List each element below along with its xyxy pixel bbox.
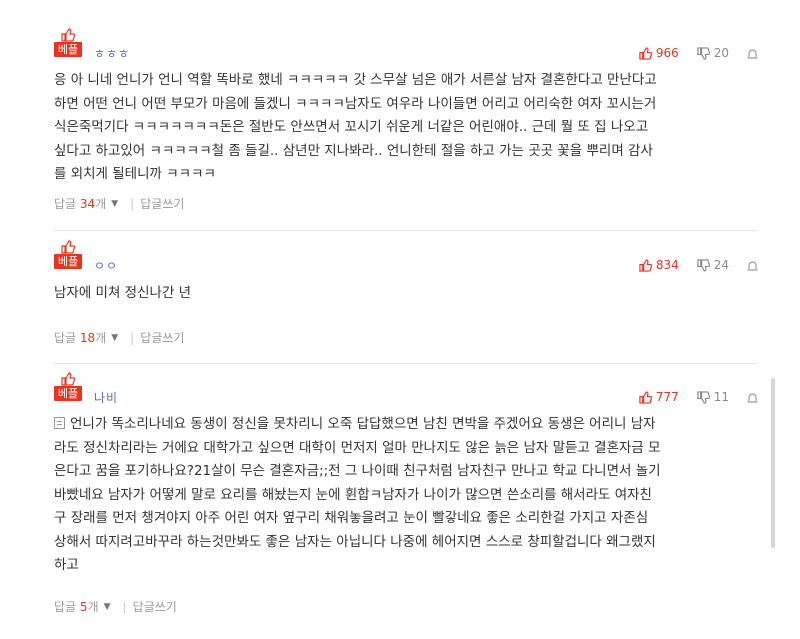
best-badge-group: 베플 [54,28,82,58]
best-badge: 베플 [54,386,82,401]
comment-line: 응 아 니네 언니가 언니 역할 똑바로 했네 ㅋㅋㅋㅋㅋ 갓 스무살 넘은 애… [54,72,657,88]
author-name[interactable]: ㅎㅎㅎ [94,45,130,62]
downvote-button[interactable]: 24 [697,258,729,272]
thumbs-up-icon [61,372,75,386]
divider [54,363,758,364]
comment-line: 를 외치게 될테니까 ㅋㅋㅋㅋ [54,166,216,182]
vote-bar: 834 24 [639,258,758,272]
reply-count: 34 [79,197,96,211]
chevron-down-icon[interactable]: ▼ [111,199,118,209]
comment-item: 베플 ㅇㅇ 834 24 남자에 미쳐 정신나간 년 답글 18개 ▼ | 답글… [54,240,758,350]
comment-body: 남자에 미쳐 정신나간 년 [54,282,191,306]
thumbs-up-icon [639,390,652,404]
upvote-count: 834 [655,258,679,272]
comment-line: 싶다고 하고있어 ㅋㅋㅋㅋㅋ철 좀 들길.. 삼년만 지나봐라.. 언니한테 절… [54,142,653,159]
divider [54,230,758,231]
comment-line: 하면 어떤 언니 어떤 부모가 마음에 들겠니 ㅋㅋㅋㅋ남자도 여우라 나이들면… [54,95,657,112]
comment-line: 식은죽먹기다 ㅋㅋㅋㅋㅋㅋㅋ돈은 절반도 안쓰면서 꼬시기 쉬운게 너같은 어린… [54,119,649,135]
upvote-count: 777 [655,390,679,404]
best-badge-group: 베플 [54,240,82,270]
upvote-button[interactable]: 777 [639,390,679,404]
reply-toggle[interactable]: 답글 5개 [54,598,99,615]
comment-item: 베플 나비 777 11 언니가 똑소리나네요 동생이 정신을 못차리니 오죽 … [54,372,758,615]
report-button[interactable] [747,392,758,403]
comment-footer: 답글 34개 ▼ | 답글쓰기 [54,195,184,212]
reply-count: 18 [79,331,96,345]
thumbs-up-icon [61,240,75,254]
write-reply-link[interactable]: 답글쓰기 [140,195,184,212]
thumbs-down-icon [697,46,710,60]
comment-item: 베플 ㅎㅎㅎ 966 20 응 아 니네 언니가 언니 역할 똑바로 했네 ㅋㅋ… [54,28,758,218]
best-badge-group: 베플 [54,372,82,402]
reply-toggle[interactable]: 답글 34개 [54,195,106,212]
comment-line: 구 장래를 먼저 챙겨야지 아주 어린 여자 옆구리 채워놓을려고 눈이 빨갛네… [54,510,649,526]
downvote-button[interactable]: 20 [697,46,729,60]
reply-unit: 개 [95,331,107,345]
thumbs-up-icon [639,46,652,60]
thumbs-down-icon [697,258,710,272]
reply-label: 답글 [54,331,77,345]
reply-unit: 개 [95,197,107,211]
comment-line: 남자에 미쳐 정신나간 년 [54,285,192,301]
comment-footer: 답글 5개 ▼ | 답글쓰기 [54,598,177,615]
divider: | [130,330,135,345]
downvote-count: 11 [713,390,729,404]
report-button[interactable] [747,260,758,271]
chevron-down-icon[interactable]: ▼ [104,602,111,612]
reply-unit: 개 [87,600,99,614]
divider: | [122,599,127,614]
comment-line: 은다고 꿈을 포기하나요?21살이 무슨 결혼자금;;전 그 나이때 친구처럼 … [54,463,661,479]
reply-label: 답글 [54,197,77,211]
thumbs-down-icon [697,390,710,404]
reply-toggle[interactable]: 답글 18개 [54,329,106,346]
vote-bar: 966 20 [639,46,758,60]
upvote-count: 966 [655,46,679,60]
divider: | [130,196,135,211]
reply-count: 5 [79,600,88,614]
upvote-button[interactable]: 966 [639,46,679,60]
comment-body: 응 아 니네 언니가 언니 역할 똑바로 했네 ㅋㅋㅋㅋㅋ 갓 스무살 넘은 애… [54,69,657,187]
write-reply-link[interactable]: 답글쓰기 [140,329,184,346]
downvote-button[interactable]: 11 [697,390,729,404]
siren-icon [747,392,758,403]
chevron-down-icon[interactable]: ▼ [111,333,118,343]
comment-line: 라도 정신차리라는 거에요 대학가고 싶으면 대학이 먼저지 얼마 만나지도 않… [54,439,661,456]
thumbs-up-icon [639,258,652,272]
author-name[interactable]: ㅇㅇ [94,257,118,274]
author-name[interactable]: 나비 [94,389,118,406]
siren-icon [747,260,758,271]
scrollbar[interactable] [771,378,775,548]
thumbs-up-icon [61,28,75,42]
best-badge: 베플 [54,42,82,57]
memo-icon [54,417,65,429]
comment-footer: 답글 18개 ▼ | 답글쓰기 [54,329,184,346]
upvote-button[interactable]: 834 [639,258,679,272]
comment-body: 언니가 똑소리나네요 동생이 정신을 못차리니 오죽 답답했으면 남친 면박을 … [54,413,661,578]
comment-line: 상해서 따지려고바꾸라 하는것만봐도 좋은 남자는 아닙니다 나중에 헤어지면 … [54,533,656,550]
comment-line: 언니가 똑소리나네요 동생이 정신을 못차리니 오죽 답답했으면 남친 면박을 … [70,416,656,432]
comment-panel: 베플 ㅎㅎㅎ 966 20 응 아 니네 언니가 언니 역할 똑바로 했네 ㅋㅋ… [38,20,764,620]
siren-icon [747,48,758,59]
comment-line: 하고 [54,557,79,573]
reply-label: 답글 [54,600,77,614]
vote-bar: 777 11 [639,390,758,404]
report-button[interactable] [747,48,758,59]
comment-line: 바빴네요 남자가 어떻게 말로 요리를 해놨는지 눈에 휜합ㅋ남자가 나이가 많… [54,486,652,503]
best-badge: 베플 [54,254,82,269]
downvote-count: 20 [713,46,729,60]
write-reply-link[interactable]: 답글쓰기 [133,598,177,615]
downvote-count: 24 [713,258,729,272]
